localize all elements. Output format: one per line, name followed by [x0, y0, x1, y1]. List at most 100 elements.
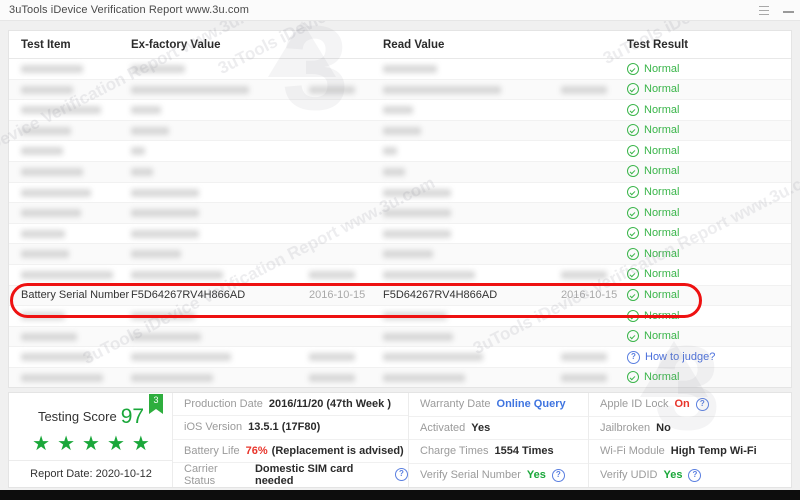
result-label: Normal [644, 144, 680, 157]
redacted-value [309, 270, 355, 279]
summary-row: Charge Times 1554 Times [409, 440, 588, 464]
summary-row: iOS Version 13.5.1 (17F80) [173, 416, 408, 440]
score-section: 3 Testing Score 97 ★ ★ ★ ★ ★ Report Date: 202… [9, 393, 173, 487]
table-row: Battery Serial Number F5D64267RV4H866AD 20… [9, 285, 791, 307]
check-circle-icon [627, 103, 639, 116]
summary-key: iOS Version [184, 421, 243, 434]
redacted-value [21, 312, 65, 321]
summary-column-device: Production Date 2016/11/20 (47th Week ) iO… [173, 393, 409, 487]
title-bar: 3uTools iDevice Verification Report www.… [0, 0, 800, 21]
help-icon[interactable]: ? [695, 397, 709, 411]
redacted-value [561, 270, 607, 279]
redacted-value [21, 353, 91, 362]
summary-value: No [656, 421, 671, 434]
table-row: Normal [9, 100, 791, 121]
redacted-value [131, 85, 249, 94]
summary-row: Battery Life 76% (Replacement is advised) [173, 440, 408, 463]
minimize-icon[interactable] [783, 7, 794, 14]
check-circle-icon [627, 144, 639, 157]
redacted-value [131, 147, 145, 156]
column-header-test-result: Test Result [627, 39, 689, 51]
summary-row: Carrier Status Domestic SIM card needed? [173, 463, 408, 487]
column-header-ex-factory-value: Ex-factory Value [131, 39, 221, 51]
testing-score-label: Testing Score [37, 409, 117, 424]
redacted-value [131, 188, 199, 197]
table-row: Normal [9, 367, 791, 387]
cell-read-date: 2016-10-15 [561, 289, 618, 302]
redacted-value [21, 332, 77, 341]
summary-value: 2016/11/20 (47th Week ) [268, 398, 391, 411]
table-row: Normal [9, 265, 791, 286]
report-window: 3uTools iDevice Verification Report www.… [0, 0, 800, 500]
table-header-row: Test Item Ex-factory Value Read Value Te… [9, 31, 791, 59]
window-title: 3uTools iDevice Verification Report www.… [9, 4, 249, 16]
summary-value: Yes [471, 421, 491, 434]
check-circle-icon [627, 62, 639, 75]
test-result-normal: Normal [627, 247, 680, 260]
report-date-value: 2020-10-12 [95, 468, 152, 480]
cell-read-value: F5D64267RV4H866AD [383, 289, 498, 302]
summary-key: Carrier Status [184, 462, 218, 487]
result-label: Normal [644, 289, 680, 302]
table-row: Normal [9, 59, 791, 80]
summary-key: Warranty Date [420, 398, 491, 411]
cell-test-item: Battery Serial Number [21, 289, 130, 302]
report-date: Report Date: 2020-10-12 [9, 460, 173, 487]
summary-column-security: Apple ID Lock On? Jailbroken No Wi-Fi Module… [589, 393, 791, 487]
redacted-value [21, 65, 83, 73]
report-date-label: Report Date: [30, 468, 93, 480]
column-header-test-item: Test Item [21, 39, 71, 51]
redacted-value [21, 85, 73, 94]
help-icon[interactable]: ? [395, 468, 408, 482]
redacted-value [131, 312, 195, 321]
table-row: ? How to judge? [9, 347, 791, 368]
redacted-value [131, 106, 161, 115]
redacted-value [21, 209, 81, 218]
list-icon[interactable] [759, 6, 769, 15]
check-circle-icon [627, 247, 639, 260]
help-icon[interactable]: ? [688, 468, 702, 482]
test-result-normal: Normal [627, 371, 679, 384]
redacted-value [21, 188, 91, 197]
redacted-value [383, 353, 483, 362]
result-label: Normal [644, 83, 680, 96]
table-row: Normal [9, 79, 791, 101]
result-label: Normal [644, 206, 680, 219]
test-result-normal: Normal [627, 103, 679, 116]
redacted-value [21, 229, 65, 238]
redacted-value [131, 229, 199, 238]
footer-bar [0, 490, 800, 500]
table-row: Normal [9, 183, 791, 204]
summary-key: Apple ID Lock [600, 398, 669, 411]
redacted-value [383, 312, 447, 321]
star-icon: ★ [82, 433, 100, 455]
star-icon: ★ [131, 433, 150, 455]
summary-value: 76% [245, 444, 268, 457]
check-circle-icon [627, 309, 639, 322]
help-icon[interactable]: ? [551, 468, 565, 482]
redacted-value [131, 373, 213, 382]
summary-key: Charge Times [420, 445, 489, 458]
result-label: Normal [644, 165, 680, 178]
test-results-table: Test Item Ex-factory Value Read Value Te… [8, 30, 792, 388]
test-result-normal: Normal [627, 186, 679, 199]
summary-value[interactable]: Online Query [497, 398, 566, 410]
redacted-value [131, 126, 169, 135]
redacted-value [383, 270, 475, 279]
summary-row: Activated Yes [409, 417, 588, 440]
check-circle-icon [627, 330, 639, 343]
result-label: Normal [644, 227, 680, 240]
how-to-judge-link[interactable]: ? How to judge? [627, 350, 715, 364]
summary-key: Jailbroken [600, 421, 651, 434]
redacted-value [383, 373, 465, 382]
result-label: Normal [644, 124, 680, 137]
test-result-normal: Normal [627, 309, 679, 322]
table-row: Normal [9, 326, 791, 348]
table-row: Normal [9, 224, 791, 245]
cell-ex-factory-date: 2016-10-15 [309, 289, 366, 302]
redacted-value [21, 126, 71, 135]
result-label: Normal [644, 247, 680, 260]
result-label: Normal [644, 268, 680, 281]
redacted-value [21, 106, 101, 115]
check-circle-icon [627, 227, 639, 240]
